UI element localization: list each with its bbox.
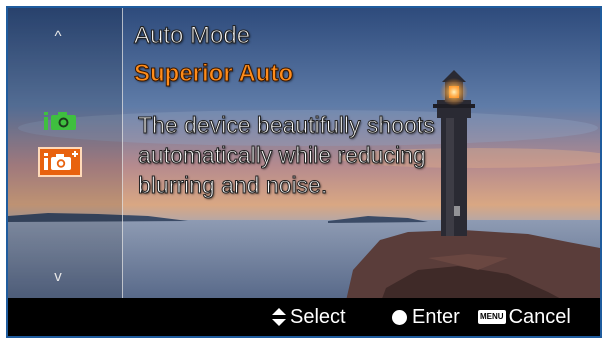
control-hints-bar: Select Enter MENU Cancel [8, 298, 600, 336]
menu-title: Auto Mode [134, 22, 251, 50]
intelligent-auto-icon[interactable] [38, 106, 82, 136]
selected-mode-name: Superior Auto [134, 60, 294, 88]
camera-plus-icon [44, 151, 78, 170]
mode-description: The device beautifully shoots automatica… [138, 110, 578, 200]
mode-sidebar: ^ v [8, 8, 123, 298]
scroll-down-icon[interactable]: v [44, 268, 72, 285]
description-line: automatically while reducing [138, 142, 427, 169]
select-hint[interactable]: Select [272, 298, 346, 336]
description-line: blurring and noise. [138, 172, 328, 199]
menu-button-icon: MENU [478, 310, 506, 324]
center-button-icon [392, 309, 407, 325]
select-label: Select [290, 305, 346, 328]
cancel-label: Cancel [508, 305, 571, 328]
cancel-hint[interactable]: MENU Cancel [478, 298, 571, 336]
description-line: The device beautifully shoots [138, 112, 436, 139]
camera-icon [44, 112, 76, 130]
enter-label: Enter [412, 305, 460, 328]
up-down-arrows-icon [272, 308, 286, 326]
superior-auto-icon[interactable] [38, 147, 82, 177]
scroll-up-icon[interactable]: ^ [44, 28, 72, 45]
camera-screen: ^ v Auto Mode Superior Auto The device b… [6, 6, 602, 338]
enter-hint[interactable]: Enter [392, 298, 460, 336]
